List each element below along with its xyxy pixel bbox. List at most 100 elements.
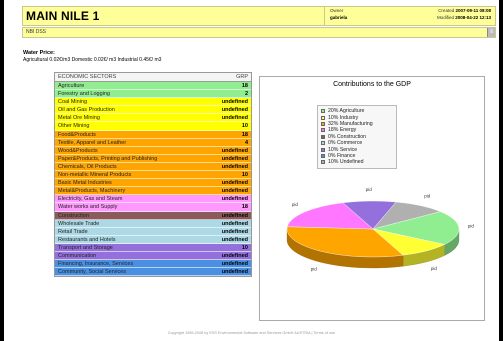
slice-label: pid: [292, 202, 299, 207]
sector-name: Financing, Insurance, Services: [58, 261, 134, 268]
header-bar: MAIN NILE 1 Owner gabriela Created 2007-…: [22, 6, 496, 26]
sector-name: Electricity, Gas and Steam: [58, 196, 123, 203]
gdp-chart: Contributions to the GDP pid pid pid pid pid…: [259, 76, 485, 321]
legend-item: 10% Undefined: [321, 159, 393, 165]
sector-grp-value: undefined: [221, 212, 248, 219]
slice-label: pid: [424, 193, 431, 198]
legend-swatch: [321, 128, 325, 133]
sector-grp-value: 10: [241, 244, 248, 251]
sector-grp-value: undefined: [221, 99, 248, 106]
legend-swatch: [321, 147, 325, 152]
sector-name: Agriculture: [58, 83, 85, 89]
table-row[interactable]: Paper&Products, Printing and Publishing u…: [55, 154, 251, 163]
menu-button[interactable]: ≡: [487, 28, 495, 37]
sector-grp-value: undefined: [221, 155, 248, 162]
legend-swatch: [321, 115, 325, 120]
table-row[interactable]: Wholesale Trade undefined: [55, 219, 251, 228]
legend-label: 18% Energy: [328, 127, 357, 134]
legend-label: 20% Agriculture: [328, 108, 365, 115]
slice-label: pid: [311, 266, 318, 271]
legend-swatch: [321, 160, 325, 165]
sector-name: Paper&Products, Printing and Publishing: [58, 155, 158, 162]
table-row[interactable]: Retail Trade undefined: [55, 227, 251, 236]
sector-grp-value: 10: [241, 123, 248, 130]
table-row[interactable]: Forestry and Logging 2: [55, 90, 251, 99]
created-value: 2007-09-11 08:08: [455, 8, 491, 13]
sector-grp-value: 18: [241, 204, 248, 211]
sector-grp-value: undefined: [221, 163, 248, 170]
sector-name: Metal Ore Mining: [58, 115, 100, 122]
table-row[interactable]: Metal&Products, Machinery undefined: [55, 187, 251, 196]
table-row[interactable]: Food&Products 18: [55, 130, 251, 139]
sector-name: Chemicals, Oil Products: [58, 163, 117, 170]
sector-grp-value: undefined: [221, 220, 248, 227]
table-body: Agriculture 18 Forestry and Logging 2 Coal M…: [55, 82, 251, 277]
legend-swatch: [321, 134, 325, 139]
legend-swatch: [321, 141, 325, 146]
sector-grp-value: undefined: [221, 269, 248, 276]
legend-label: 10% Industry: [328, 114, 359, 121]
slice-label: pid: [431, 266, 438, 271]
legend-label: 0% Finance: [328, 152, 356, 159]
table-row[interactable]: Non-metallic Mineral Products 10: [55, 171, 251, 180]
table-row[interactable]: Metal Ore Mining undefined: [55, 114, 251, 123]
sector-name: Transport and Storage: [58, 244, 113, 251]
legend-label: 10% Undefined: [328, 159, 364, 166]
sector-name: Food&Products: [58, 131, 96, 138]
sector-grp-value: undefined: [221, 188, 248, 195]
chart-legend: 20% Agriculture 10% Industry 32% Manufactu…: [317, 105, 397, 169]
sector-name: Basic Metal Industries: [58, 180, 112, 187]
sector-grp-value: undefined: [221, 196, 248, 203]
sector-grp-value: undefined: [221, 107, 248, 114]
sector-grp-value: undefined: [221, 252, 248, 259]
table-row[interactable]: Financing, Insurance, Services undefined: [55, 260, 251, 269]
legend-swatch: [321, 121, 325, 126]
sector-name: Metal&Products, Machinery: [58, 188, 126, 195]
header-divider: [324, 7, 325, 25]
table-row[interactable]: Water works and Supply 18: [55, 203, 251, 212]
page-title: MAIN NILE 1: [26, 9, 100, 23]
legend-swatch: [321, 109, 325, 114]
sector-name: Construction: [58, 212, 89, 219]
sector-name: Water works and Supply: [58, 204, 118, 211]
slice-label: pid: [366, 187, 373, 192]
sector-name: Restaurants and Hotels: [58, 236, 116, 243]
table-row[interactable]: Agriculture 18: [55, 82, 251, 91]
sector-grp-value: undefined: [221, 115, 248, 122]
table-row[interactable]: Other Mining 10: [55, 122, 251, 131]
table-row[interactable]: Transport and Storage 10: [55, 243, 251, 252]
sector-grp-value: 18: [241, 83, 248, 89]
table-header: ECONOMIC SECTORS GRP: [55, 73, 251, 82]
subbar-text: NBI DSS: [26, 29, 47, 35]
table-row[interactable]: Coal Mining undefined: [55, 98, 251, 107]
table-row[interactable]: Wood&Products undefined: [55, 146, 251, 155]
legend-swatch: [321, 153, 325, 158]
sector-grp-value: undefined: [221, 236, 248, 243]
water-price-title: Water Price:: [23, 50, 55, 56]
table-row[interactable]: Chemicals, Oil Products undefined: [55, 162, 251, 172]
sector-name: Communication: [58, 252, 97, 259]
table-row[interactable]: Construction undefined: [55, 211, 251, 220]
sector-grp-value: 10: [241, 172, 248, 179]
table-row[interactable]: Communication undefined: [55, 251, 251, 261]
sector-grp-value: 18: [241, 131, 248, 138]
sector-name: Oil and Gas Production: [58, 107, 115, 114]
sector-grp-value: 4: [244, 139, 248, 146]
footer-copyright: Copyright 1995-2008 by ESS Environmental…: [167, 331, 336, 335]
modified-info: Modified 2008-04-22 12:13: [437, 15, 491, 20]
sector-name: Textile, Apparel and Leather: [58, 139, 127, 146]
table-row[interactable]: Basic Metal Industries undefined: [55, 179, 251, 188]
table-row[interactable]: Textile, Apparel and Leather 4: [55, 138, 251, 147]
sector-name: Wholesale Trade: [58, 220, 100, 227]
table-row[interactable]: Electricity, Gas and Steam undefined: [55, 195, 251, 204]
water-price-values: Agricultural 0.02€/m3 Domestic 0.02€/ m3…: [23, 57, 162, 63]
legend-label: 0% Construction: [328, 133, 367, 140]
table-row[interactable]: Oil and Gas Production undefined: [55, 106, 251, 115]
page: MAIN NILE 1 Owner gabriela Created 2007-…: [4, 0, 499, 341]
sector-name: Forestry and Logging: [58, 91, 110, 98]
table-row[interactable]: Restaurants and Hotels undefined: [55, 235, 251, 244]
table-row[interactable]: Community, Social Services undefined: [55, 268, 251, 277]
legend-label: 0% Commerce: [328, 140, 363, 147]
created-label: Created: [438, 8, 455, 13]
sub-bar: NBI DSS ≡: [22, 27, 496, 38]
